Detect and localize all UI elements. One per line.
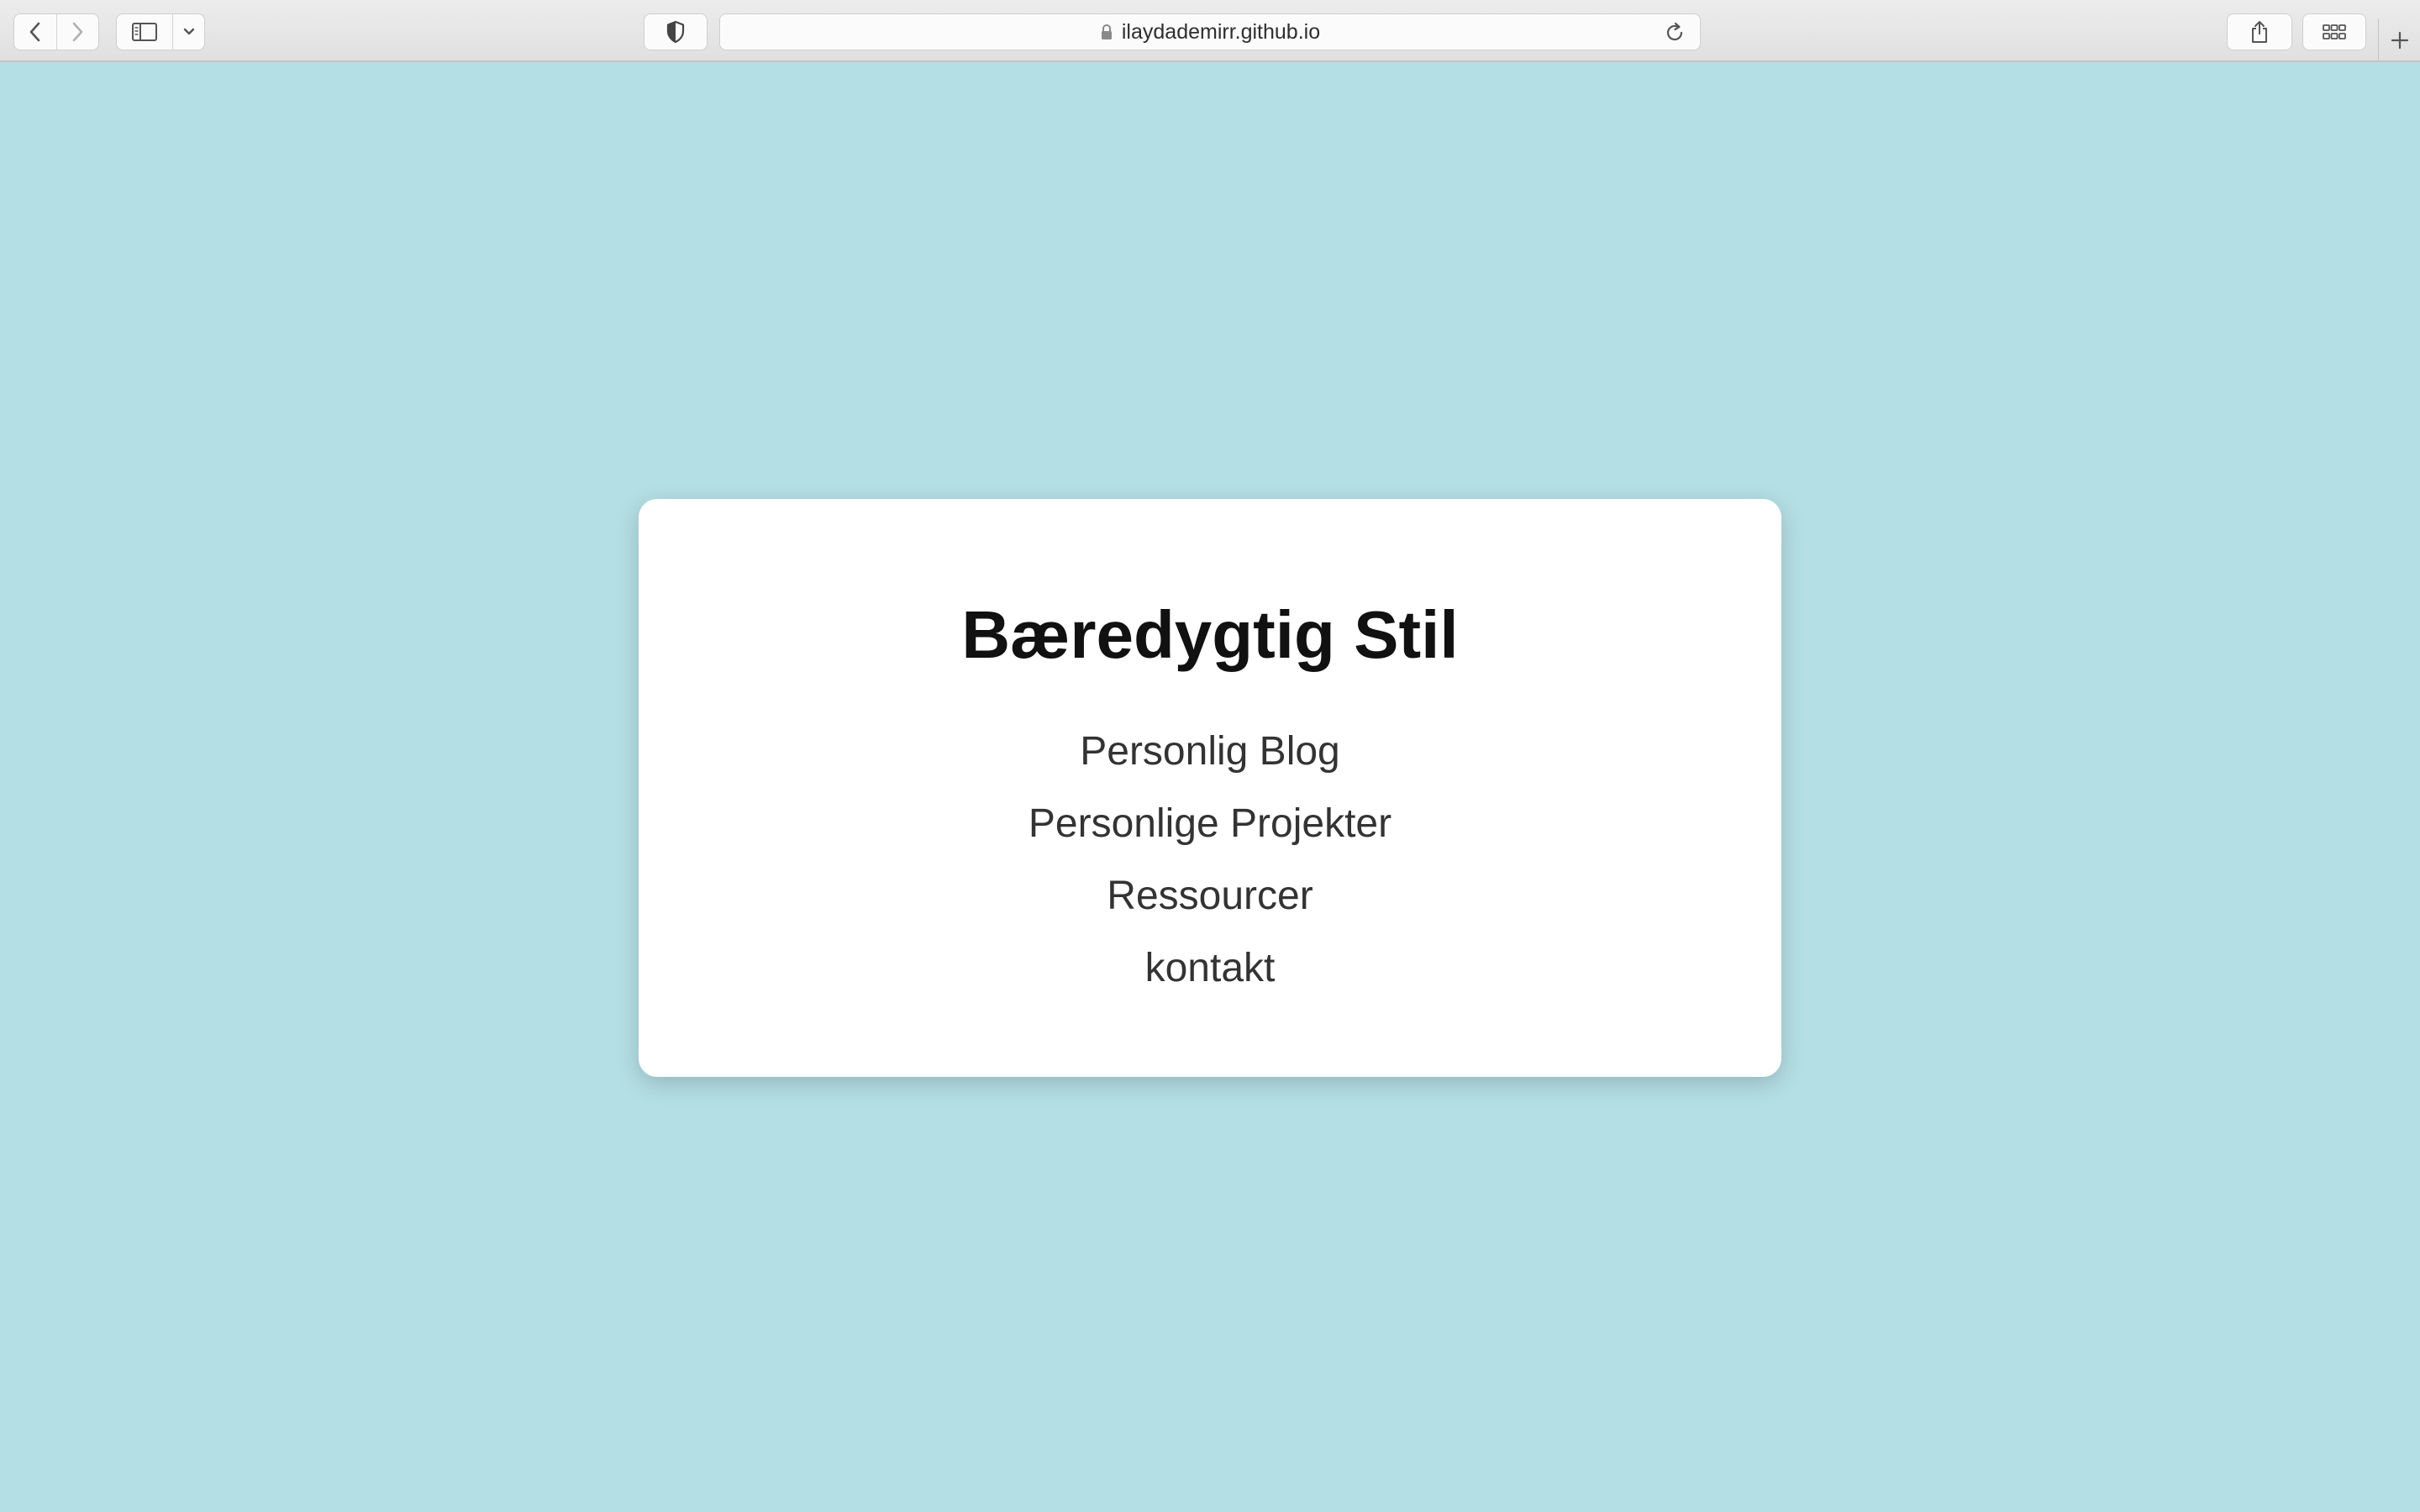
chevron-down-icon — [183, 28, 194, 35]
main-navigation: Personlig Blog Personlige Projekter Ress… — [639, 716, 1781, 1005]
site-title: Bæredygtig Stil — [961, 597, 1459, 672]
nav-link-personlige-projekter[interactable]: Personlige Projekter — [1028, 801, 1392, 846]
sidebar-button[interactable] — [117, 14, 172, 50]
shield-icon — [666, 20, 685, 44]
share-icon — [2252, 21, 2267, 43]
nav-item-personlig-blog: Personlig Blog — [639, 716, 1781, 788]
chevron-right-icon — [72, 22, 83, 42]
browser-toolbar: ilaydademirr.github.io — [0, 0, 2420, 62]
plus-icon — [2391, 31, 2409, 50]
nav-item-personlige-projekter: Personlige Projekter — [639, 788, 1781, 860]
chevron-left-icon — [29, 22, 40, 42]
sidebar-controls — [116, 13, 205, 50]
address-bar[interactable]: ilaydademirr.github.io — [719, 13, 1701, 50]
nav-link-kontakt[interactable]: kontakt — [1145, 946, 1276, 990]
privacy-report-button[interactable] — [644, 13, 708, 50]
forward-button[interactable] — [55, 14, 99, 50]
sidebar-icon — [132, 23, 157, 41]
menu-card: Bæredygtig Stil Personlig Blog Personlig… — [639, 499, 1781, 1077]
nav-link-personlig-blog[interactable]: Personlig Blog — [1080, 729, 1340, 774]
tab-overview-button[interactable] — [2302, 13, 2366, 50]
nav-link-ressourcer[interactable]: Ressourcer — [1107, 874, 1313, 918]
navigation-buttons — [13, 13, 99, 50]
url-text: ilaydademirr.github.io — [1121, 19, 1321, 44]
share-button[interactable] — [2227, 13, 2292, 50]
sidebar-menu-button[interactable] — [172, 14, 204, 50]
back-button[interactable] — [14, 14, 56, 50]
tab-overview-icon — [2323, 24, 2346, 39]
reload-icon[interactable] — [1663, 21, 1686, 45]
nav-item-kontakt: kontakt — [639, 932, 1781, 1005]
new-tab-button[interactable] — [2378, 18, 2420, 62]
lock-icon — [1101, 24, 1112, 39]
nav-item-ressourcer: Ressourcer — [639, 860, 1781, 932]
